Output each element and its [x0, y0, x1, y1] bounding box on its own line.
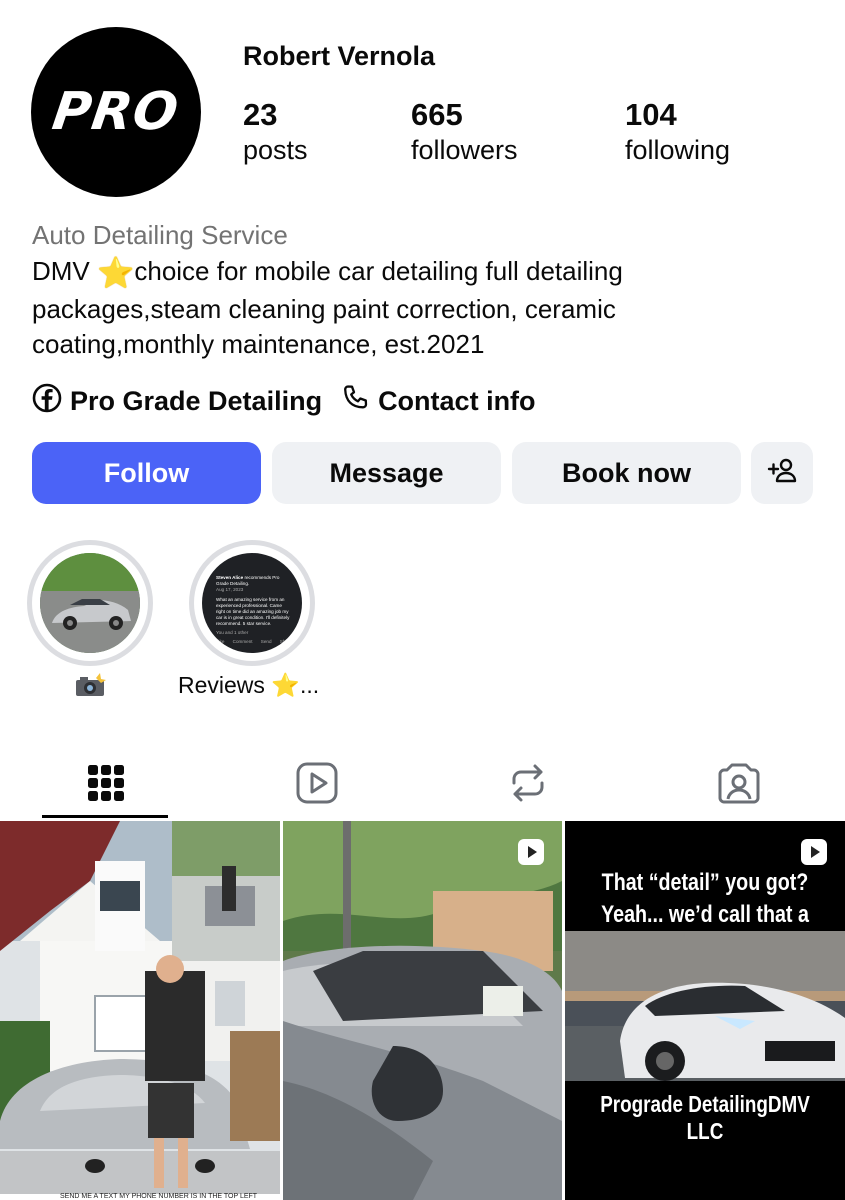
posts-label: posts [243, 135, 308, 165]
reel-indicator-icon [799, 837, 829, 872]
review-action: Like [216, 639, 225, 644]
stat-posts[interactable]: 23 posts [243, 97, 308, 167]
message-button[interactable]: Message [272, 442, 501, 504]
camera-flash-icon [76, 673, 106, 696]
profile-username: Robert Vernola [243, 41, 436, 71]
reels-icon [296, 762, 337, 804]
profile-links: Pro Grade Detailing Contact info [32, 383, 536, 420]
highlight-reviews[interactable]: Steven Alice recommends Pro Grade Detail… [189, 540, 315, 666]
review-author: Steven Alice [216, 575, 244, 580]
post-3-footer: Prograde DetailingDMV LLC [600, 1091, 810, 1144]
stat-following[interactable]: 104 following [625, 97, 730, 167]
add-person-icon [767, 456, 797, 491]
facebook-link[interactable]: Pro Grade Detailing [32, 383, 322, 420]
tab-posts[interactable] [0, 746, 211, 820]
review-body: What an amazing service from an experien… [216, 597, 290, 626]
tab-tagged[interactable] [633, 746, 844, 820]
highlight-photos-thumbnail [40, 553, 140, 653]
reel-indicator-icon [516, 837, 546, 872]
followers-count: 665 [411, 97, 463, 132]
review-action: Comment [232, 639, 253, 644]
stat-followers[interactable]: 665 followers [411, 97, 518, 167]
highlight-photos-label [74, 672, 106, 704]
posts-count: 23 [243, 97, 278, 132]
post-thumbnail[interactable] [283, 821, 562, 1200]
profile-avatar[interactable]: PRO [31, 27, 201, 197]
bio-suffix: choice for mobile car detailing full det… [134, 256, 623, 286]
facebook-icon [32, 383, 62, 420]
bio-line-3: coating,monthly maintenance, est.2021 [32, 329, 485, 359]
review-reactions: You and 1 other [216, 630, 249, 635]
profile-tabs [0, 746, 845, 820]
posts-grid: SEND ME A TEXT MY PHONE NUMBER IS IN THE… [0, 821, 845, 1200]
highlight-reviews-thumbnail: Steven Alice recommends Pro Grade Detail… [202, 553, 302, 653]
review-date: Aug 17, 2023 [216, 587, 244, 592]
review-action-row: Like Comment Send Share [216, 639, 292, 645]
tab-reels[interactable] [211, 746, 422, 820]
star-emoji: ⭐ [97, 257, 135, 290]
post-thumbnail[interactable]: SEND ME A TEXT MY PHONE NUMBER IS IN THE… [0, 821, 280, 1200]
phone-icon [340, 383, 370, 420]
tab-reposts[interactable] [422, 746, 633, 820]
following-label: following [625, 135, 731, 165]
post-3-image [565, 931, 845, 1081]
profile-category: Auto Detailing Service [32, 220, 288, 250]
review-action: Send [260, 639, 272, 644]
facebook-link-label: Pro Grade Detailing [70, 386, 323, 416]
active-tab-indicator [42, 815, 168, 818]
post-1-image [0, 821, 280, 1200]
follow-button[interactable]: Follow [32, 442, 261, 504]
grid-icon [87, 765, 124, 801]
pro-logo: PRO [49, 82, 183, 142]
headline-line-1: That “detail” you got? [601, 869, 809, 896]
bio-prefix: DMV [32, 256, 97, 286]
suggested-people-button[interactable] [751, 442, 813, 504]
bio-line-2: packages,steam cleaning paint correction… [32, 293, 616, 324]
highlight-photos[interactable] [27, 540, 153, 666]
book-now-button[interactable]: Book now [512, 442, 741, 504]
tagged-icon [718, 763, 759, 804]
reposts-icon [512, 764, 543, 802]
post-thumbnail[interactable]: That “detail” you got? Yeah... we’d call… [565, 821, 845, 1200]
post-2-image [283, 821, 562, 1200]
contact-info-label: Contact info [378, 386, 536, 416]
followers-label: followers [411, 135, 518, 165]
following-count: 104 [625, 97, 677, 132]
post-1-caption: SEND ME A TEXT MY PHONE NUMBER IS IN THE… [60, 1193, 258, 1200]
contact-info-link[interactable]: Contact info [340, 383, 536, 420]
review-action: Share [279, 639, 292, 644]
highlight-reviews-label: Reviews ⭐... [178, 672, 320, 698]
profile-bio: DMV ⭐choice for mobile car detailing ful… [32, 254, 822, 363]
bio-line-1: DMV ⭐choice for mobile car detailing ful… [32, 254, 822, 292]
